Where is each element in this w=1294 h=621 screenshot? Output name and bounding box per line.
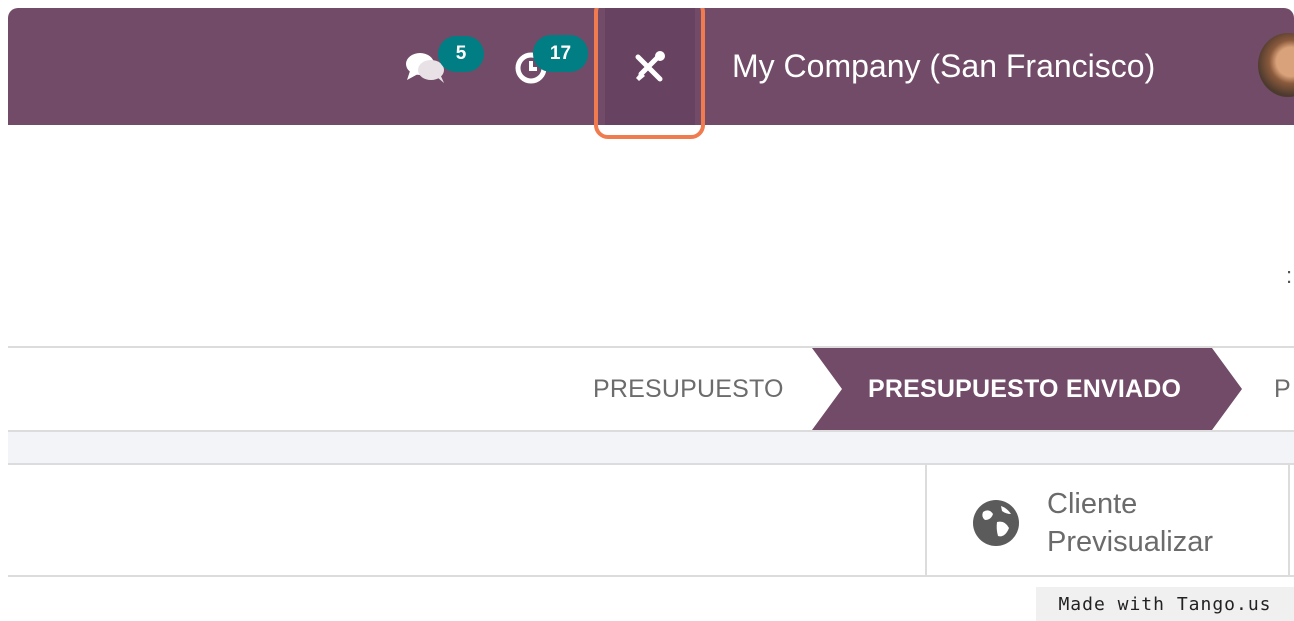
preview-label-line1: Cliente — [1047, 488, 1138, 520]
tango-watermark: Made with Tango.us — [1036, 587, 1294, 621]
partial-text: : — [1286, 263, 1293, 288]
customer-preview-button[interactable]: Cliente Previsualizar — [925, 465, 1290, 577]
globe-icon — [973, 500, 1019, 546]
app-window: 5 17 My Company (San Francisco) : PRESUP… — [8, 8, 1294, 621]
top-navbar: 5 17 My Company (San Francisco) — [8, 8, 1294, 139]
company-switcher[interactable]: My Company (San Francisco) — [732, 8, 1155, 125]
activities-count-badge: 17 — [533, 35, 588, 72]
preview-label-line2: Previsualizar — [1047, 526, 1213, 558]
smart-buttons-panel: Cliente Previsualizar — [8, 465, 1294, 577]
stage-presupuesto-enviado[interactable]: PRESUPUESTO ENVIADO — [812, 348, 1242, 430]
separator-strip — [8, 432, 1294, 465]
user-avatar[interactable] — [1258, 33, 1294, 97]
messages-count-badge: 5 — [438, 36, 484, 72]
debug-tools-button[interactable] — [605, 8, 695, 125]
messages-menu[interactable] — [404, 8, 448, 125]
stage-next[interactable]: P — [1274, 348, 1291, 430]
status-bar: PRESUPUESTO PRESUPUESTO ENVIADO P — [8, 346, 1294, 432]
stage-presupuesto[interactable]: PRESUPUESTO — [593, 348, 784, 430]
tools-icon — [635, 50, 665, 81]
